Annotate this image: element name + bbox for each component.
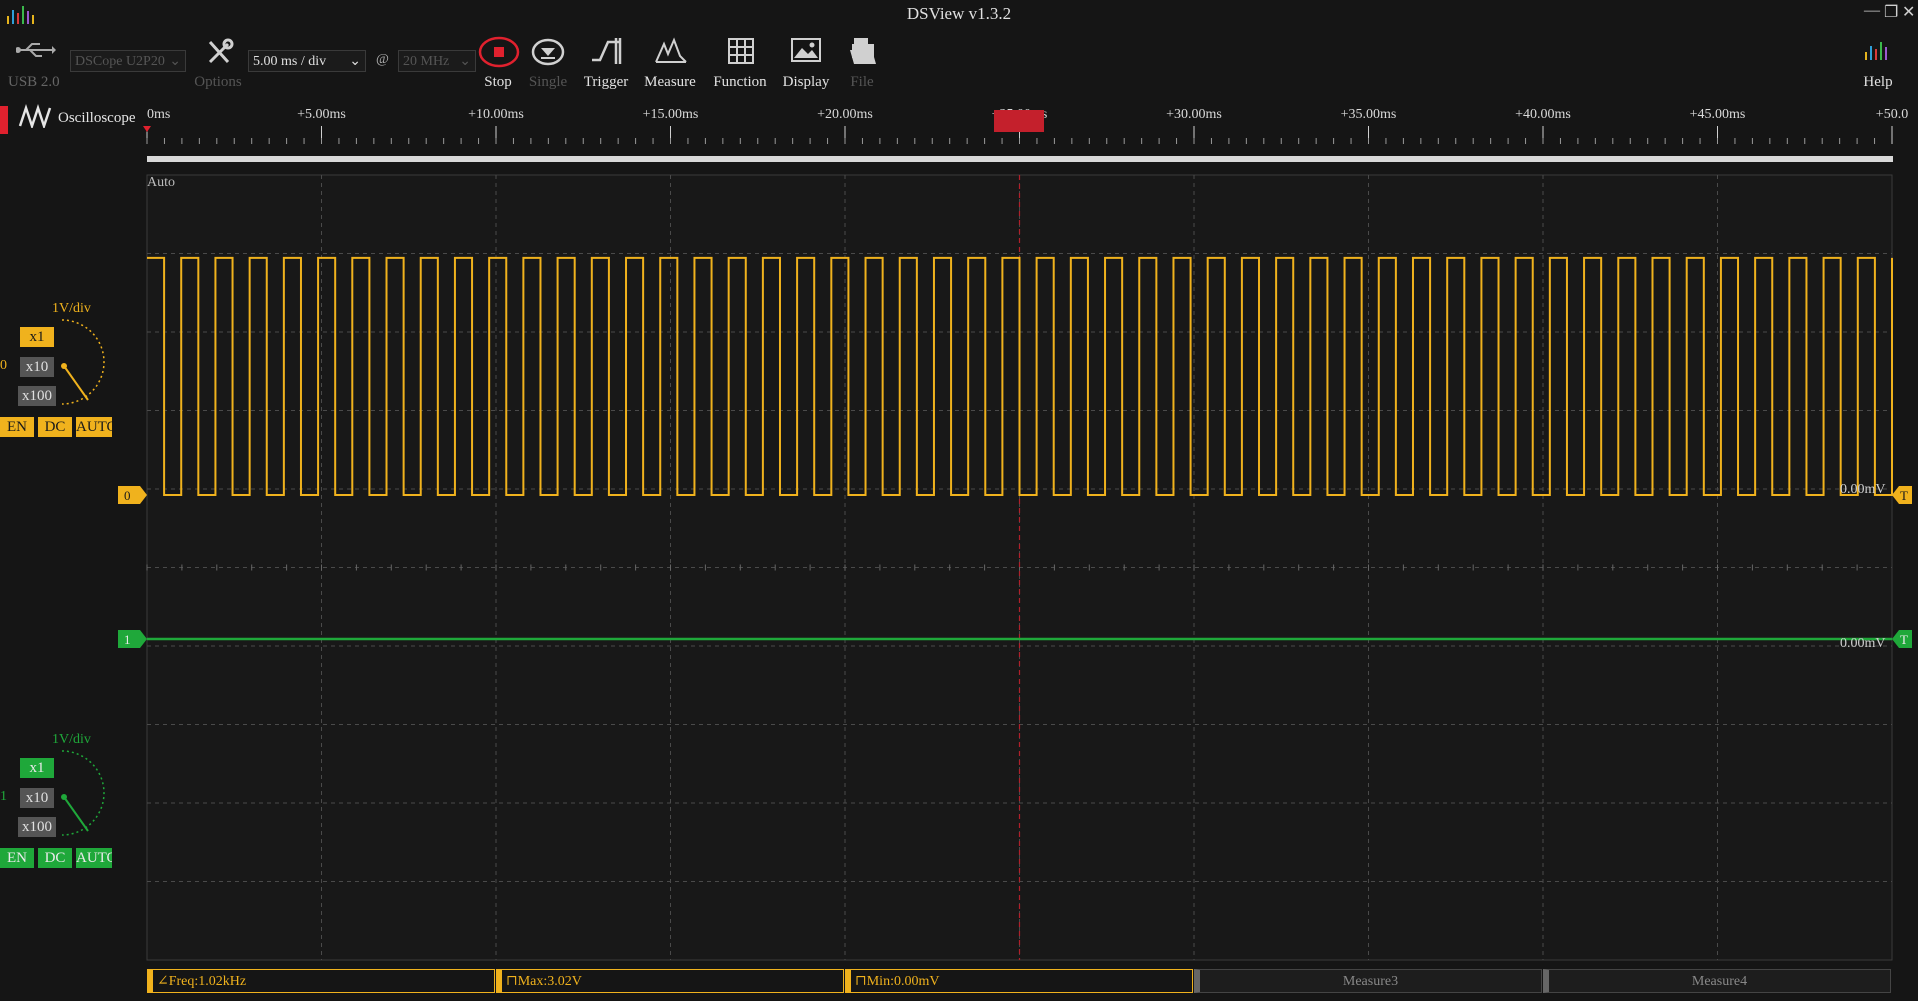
ch0-zero-marker-label: 0 — [124, 488, 131, 503]
measure-freq-label: Freq:1.02kHz — [168, 974, 247, 989]
scrollbar-track — [147, 156, 1893, 162]
close-button[interactable]: ✕ — [1902, 2, 1915, 22]
function-icon — [726, 36, 756, 71]
ch1-auto-button[interactable]: AUTO — [76, 848, 112, 868]
file-label: File — [850, 74, 874, 90]
options-button[interactable]: Options — [178, 34, 258, 94]
measure3-label: Measure3 — [1342, 974, 1399, 989]
minimize-button[interactable]: — — [1864, 2, 1880, 20]
ruler-label: +50.0 — [1876, 107, 1908, 122]
ch1-trigger-marker-label: T — [1900, 632, 1908, 647]
tools-icon — [204, 36, 234, 71]
ruler-label: +15.00ms — [643, 107, 699, 122]
timebase-value: 5.00 ms / div — [253, 54, 327, 69]
single-icon — [530, 37, 566, 72]
measure-icon — [654, 36, 688, 71]
ruler-label: +35.00ms — [1341, 107, 1397, 122]
ch0-zero-marker — [118, 486, 147, 504]
options-label: Options — [194, 74, 242, 90]
ch1-index-tab: 1 — [0, 789, 7, 804]
ch1-offset-readout: 0.00mV — [1840, 636, 1886, 651]
measure-button[interactable]: Measure — [630, 34, 710, 94]
measure-label: Measure — [644, 74, 696, 90]
display-icon — [790, 36, 822, 71]
ch0-auto-button[interactable]: AUTO — [76, 417, 112, 437]
waveform-plot[interactable]: 0 T 1 T — [0, 170, 1918, 970]
chevron-down-icon: ⌄ — [349, 54, 361, 69]
ruler-start-marker — [143, 126, 151, 132]
ruler-label: +10.00ms — [468, 107, 524, 122]
measure-slot-3[interactable]: Measure3 — [1194, 969, 1542, 993]
ch1-enable-button[interactable]: EN — [0, 848, 34, 868]
usb-label: USB 2.0 — [8, 74, 60, 90]
ruler-label: +45.00ms — [1690, 107, 1746, 122]
trigger-position-marker — [994, 110, 1044, 132]
ch0-enable-button[interactable]: EN — [0, 417, 34, 437]
file-icon — [848, 36, 878, 71]
ch1-probe-x10[interactable]: x10 — [20, 788, 54, 808]
measure-slot-freq[interactable]: ∠​Freq:1.02kHz — [147, 969, 495, 993]
ch0-index-tab: 0 — [0, 358, 7, 373]
help-button[interactable]: Help — [1838, 34, 1918, 94]
measure-slot-max[interactable]: ⊓Max:3.02V — [496, 969, 844, 993]
at-label: @ — [376, 52, 389, 67]
measure-min-label: Min:0.00mV — [866, 974, 940, 989]
measure-slot-4[interactable]: Measure4 — [1543, 969, 1891, 993]
ch1-zero-marker — [118, 630, 147, 648]
ch0-offset-readout: 0.00mV — [1840, 482, 1886, 497]
ruler-label: +20.00ms — [817, 107, 873, 122]
measure-max-label: Max:3.02V — [517, 974, 582, 989]
ch0-probe-x100[interactable]: x100 — [18, 386, 56, 406]
ch0-trigger-marker-label: T — [1900, 488, 1908, 503]
restore-button[interactable]: ❐ — [1884, 2, 1898, 22]
ch0-vdiv-knob[interactable] — [52, 318, 116, 408]
ch1-coupling-button[interactable]: DC — [38, 848, 72, 868]
ch1-probe-x1[interactable]: x1 — [20, 758, 54, 778]
pulse-icon: ⊓ — [506, 974, 518, 989]
device-select[interactable]: DSCope U2P20 ⌄ — [70, 50, 186, 72]
ch1-zero-marker-label: 1 — [124, 632, 131, 647]
trigger-icon — [590, 36, 624, 71]
file-button[interactable]: File — [822, 34, 902, 94]
rising-edge-icon: ∠​ — [157, 974, 169, 989]
ruler-label: 0ms — [147, 107, 170, 122]
usb-icon — [15, 40, 56, 60]
bandwidth-value: 20 MHz — [403, 54, 450, 69]
ch1-vdiv-knob[interactable] — [52, 749, 116, 839]
ruler-label: +40.00ms — [1515, 107, 1571, 122]
help-icon — [1862, 38, 1896, 67]
measure-slot-min[interactable]: ⊓Min:0.00mV — [845, 969, 1193, 993]
ch0-probe-x10[interactable]: x10 — [20, 357, 54, 377]
ch0-vdiv-label: 1V/div — [52, 301, 91, 316]
time-ruler[interactable]: 0ms+5.00ms+10.00ms+15.00ms+20.00ms+25.00… — [0, 100, 1918, 170]
ruler-label: +30.00ms — [1166, 107, 1222, 122]
window-title: DSView v1.3.2 — [906, 4, 1012, 23]
ch0-coupling-button[interactable]: DC — [38, 417, 72, 437]
ch1-vdiv-label: 1V/div — [52, 732, 91, 747]
ruler-label: +5.00ms — [297, 107, 346, 122]
measure4-label: Measure4 — [1691, 974, 1748, 989]
trigger-mode-label: Auto — [147, 175, 175, 190]
help-label: Help — [1863, 74, 1893, 90]
timebase-select[interactable]: 5.00 ms / div ⌄ — [248, 50, 366, 72]
ch0-probe-x1[interactable]: x1 — [20, 327, 54, 347]
device-select-value: DSCope U2P20 — [75, 54, 165, 69]
pulse-icon: ⊓ — [855, 974, 867, 989]
ch1-probe-x100[interactable]: x100 — [18, 817, 56, 837]
